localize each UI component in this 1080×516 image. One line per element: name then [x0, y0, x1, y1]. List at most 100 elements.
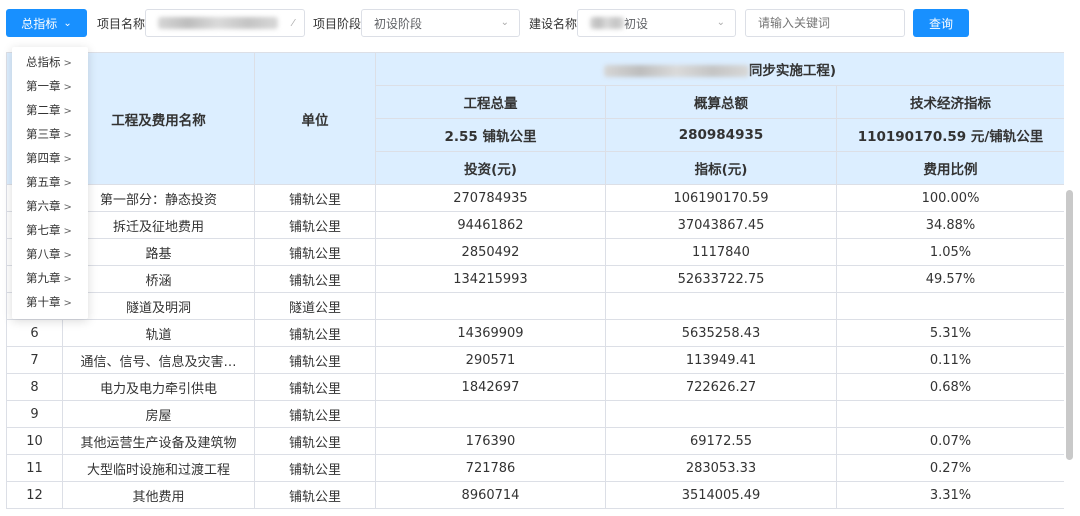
index-value-cell: [605, 400, 837, 428]
project-name-input[interactable]: ⁄: [145, 9, 305, 37]
ratio-cell: 0.27%: [835, 454, 1064, 482]
investment-cell: 134215993: [375, 265, 606, 293]
row-number-cell: 8: [6, 373, 63, 401]
query-button[interactable]: 查询: [913, 9, 969, 37]
table-row[interactable]: 桥涵 铺轨公里 134215993 52633722.75 49.57%: [6, 265, 1064, 293]
index-table: 工程及费用名称 单位 同步实施工程) 工程总量 概算总额 技术经济指标 2.55…: [6, 52, 1064, 509]
table-row[interactable]: 隧道及明洞 隧道公里: [6, 292, 1064, 320]
ratio-column-header: 费用比例: [835, 151, 1064, 185]
project-title-header: 同步实施工程): [374, 52, 1064, 86]
filter-toolbar: 总指标 ⌄ 项目名称 ⁄ 项目阶段 初设阶段 ⌄ 建设名称 初设 ⌄ 查询: [0, 0, 1080, 46]
dropdown-item[interactable]: 第一章 >: [12, 74, 88, 98]
index-dropdown-menu: 总指标 > 第一章 > 第二章 > 第三章 > 第四章 > 第五章 > 第六章 > 第七章 > 第八章 > 第九章 >…: [12, 47, 88, 319]
index-column-header: 指标(元): [605, 151, 837, 185]
index-dropdown-button[interactable]: 总指标 ⌄: [6, 9, 87, 37]
vertical-scrollbar[interactable]: [1066, 190, 1073, 460]
chevron-right-icon: >: [63, 274, 72, 285]
table-row[interactable]: 12 其他费用 铺轨公里 8960714 3514005.49 3.31%: [6, 481, 1064, 509]
table-row[interactable]: 10 其他运营生产设备及建筑物 铺轨公里 176390 69172.55 0.07%: [6, 427, 1064, 455]
unit-cell: 铺轨公里: [254, 481, 376, 509]
keyword-search-input[interactable]: [745, 9, 905, 37]
index-value-cell: 722626.27: [605, 373, 837, 401]
chevron-right-icon: >: [63, 298, 72, 309]
ratio-cell: 0.07%: [835, 427, 1064, 455]
table-row[interactable]: 11 大型临时设施和过渡工程 铺轨公里 721786 283053.33 0.27%: [6, 454, 1064, 482]
chevron-right-icon: >: [63, 58, 72, 69]
item-name-cell: 第一部分：静态投资: [62, 184, 255, 212]
investment-cell: 2850492: [375, 238, 606, 266]
index-value-cell: 283053.33: [605, 454, 837, 482]
investment-cell: [375, 400, 606, 428]
investment-cell: 8960714: [375, 481, 606, 509]
index-value-cell: 69172.55: [605, 427, 837, 455]
ratio-cell: [835, 292, 1064, 320]
index-value-cell: 52633722.75: [605, 265, 837, 293]
item-name-cell: 房屋: [62, 400, 255, 428]
item-name-cell: 轨道: [62, 319, 255, 347]
investment-cell: 290571: [375, 346, 606, 374]
dropdown-item-label: 第七章: [26, 223, 61, 237]
dropdown-item-label: 第六章: [26, 199, 61, 213]
dropdown-item-label: 第十章: [26, 295, 61, 309]
budget-total-value: 280984935: [605, 118, 837, 152]
index-value-cell: [605, 292, 837, 320]
dropdown-item[interactable]: 第十章 >: [12, 290, 88, 314]
table-row[interactable]: 7 通信、信号、信息及灾害… 铺轨公里 290571 113949.41 0.11%: [6, 346, 1064, 374]
budget-total-header: 概算总额: [605, 85, 837, 119]
ratio-cell: 1.05%: [835, 238, 1064, 266]
table-row[interactable]: 8 电力及电力牵引供电 铺轨公里 1842697 722626.27 0.68%: [6, 373, 1064, 401]
ratio-cell: [835, 400, 1064, 428]
chevron-down-icon: ⌄: [716, 17, 725, 28]
dropdown-item[interactable]: 总指标 >: [12, 50, 88, 74]
investment-column-header: 投资(元): [375, 151, 606, 185]
ratio-cell: 49.57%: [835, 265, 1064, 293]
project-title-text: 同步实施工程): [748, 63, 837, 79]
unit-cell: 隧道公里: [254, 292, 376, 320]
unit-cell: 铺轨公里: [254, 400, 376, 428]
dropdown-item[interactable]: 第九章 >: [12, 266, 88, 290]
table-row[interactable]: 第一部分：静态投资 铺轨公里 270784935 106190170.59 100.00…: [6, 184, 1064, 212]
row-number-cell: 10: [6, 427, 63, 455]
dropdown-item[interactable]: 第五章 >: [12, 170, 88, 194]
item-name-cell: 拆迁及征地费用: [62, 211, 255, 239]
chevron-right-icon: >: [63, 154, 72, 165]
redacted-project-title: [603, 65, 749, 77]
chevron-right-icon: >: [63, 250, 72, 261]
unit-cell: 铺轨公里: [254, 238, 376, 266]
project-stage-select[interactable]: 初设阶段 ⌄: [361, 9, 520, 37]
total-quantity-value: 2.55 铺轨公里: [375, 118, 606, 152]
construction-name-value: 初设: [624, 16, 649, 31]
dropdown-item[interactable]: 第二章 >: [12, 98, 88, 122]
dropdown-item[interactable]: 第六章 >: [12, 194, 88, 218]
table-row[interactable]: 9 房屋 铺轨公里: [6, 400, 1064, 428]
dropdown-item-label: 第五章: [26, 175, 61, 189]
unit-cell: 铺轨公里: [254, 184, 376, 212]
investment-cell: 1842697: [375, 373, 606, 401]
chevron-down-icon: ⌄: [63, 17, 72, 29]
tech-index-header: 技术经济指标: [835, 85, 1064, 119]
item-name-cell: 通信、信号、信息及灾害…: [62, 346, 255, 374]
chevron-right-icon: >: [63, 130, 72, 141]
table-row[interactable]: 路基 铺轨公里 2850492 1117840 1.05%: [6, 238, 1064, 266]
dropdown-item[interactable]: 第三章 >: [12, 122, 88, 146]
dropdown-item[interactable]: 第四章 >: [12, 146, 88, 170]
project-stage-value: 初设阶段: [374, 16, 423, 31]
dropdown-item[interactable]: 第八章 >: [12, 242, 88, 266]
tech-index-value: 110190170.59 元/铺轨公里: [835, 118, 1064, 152]
construction-name-select[interactable]: 初设 ⌄: [577, 9, 736, 37]
item-name-cell: 路基: [62, 238, 255, 266]
chevron-down-icon: ⌄: [500, 17, 509, 28]
dropdown-item[interactable]: 第七章 >: [12, 218, 88, 242]
dropdown-item-label: 第九章: [26, 271, 61, 285]
table-row[interactable]: 拆迁及征地费用 铺轨公里 94461862 37043867.45 34.88%: [6, 211, 1064, 239]
dropdown-item-label: 第八章: [26, 247, 61, 261]
investment-cell: [375, 292, 606, 320]
chevron-right-icon: >: [63, 82, 72, 93]
redacted-project-name: [158, 17, 278, 29]
investment-cell: 176390: [375, 427, 606, 455]
item-name-cell: 其他费用: [62, 481, 255, 509]
table-body: 第一部分：静态投资 铺轨公里 270784935 106190170.59 100.00…: [6, 184, 1064, 509]
ratio-cell: 5.31%: [835, 319, 1064, 347]
table-row[interactable]: 6 轨道 铺轨公里 14369909 5635258.43 5.31%: [6, 319, 1064, 347]
row-number-cell: 12: [6, 481, 63, 509]
